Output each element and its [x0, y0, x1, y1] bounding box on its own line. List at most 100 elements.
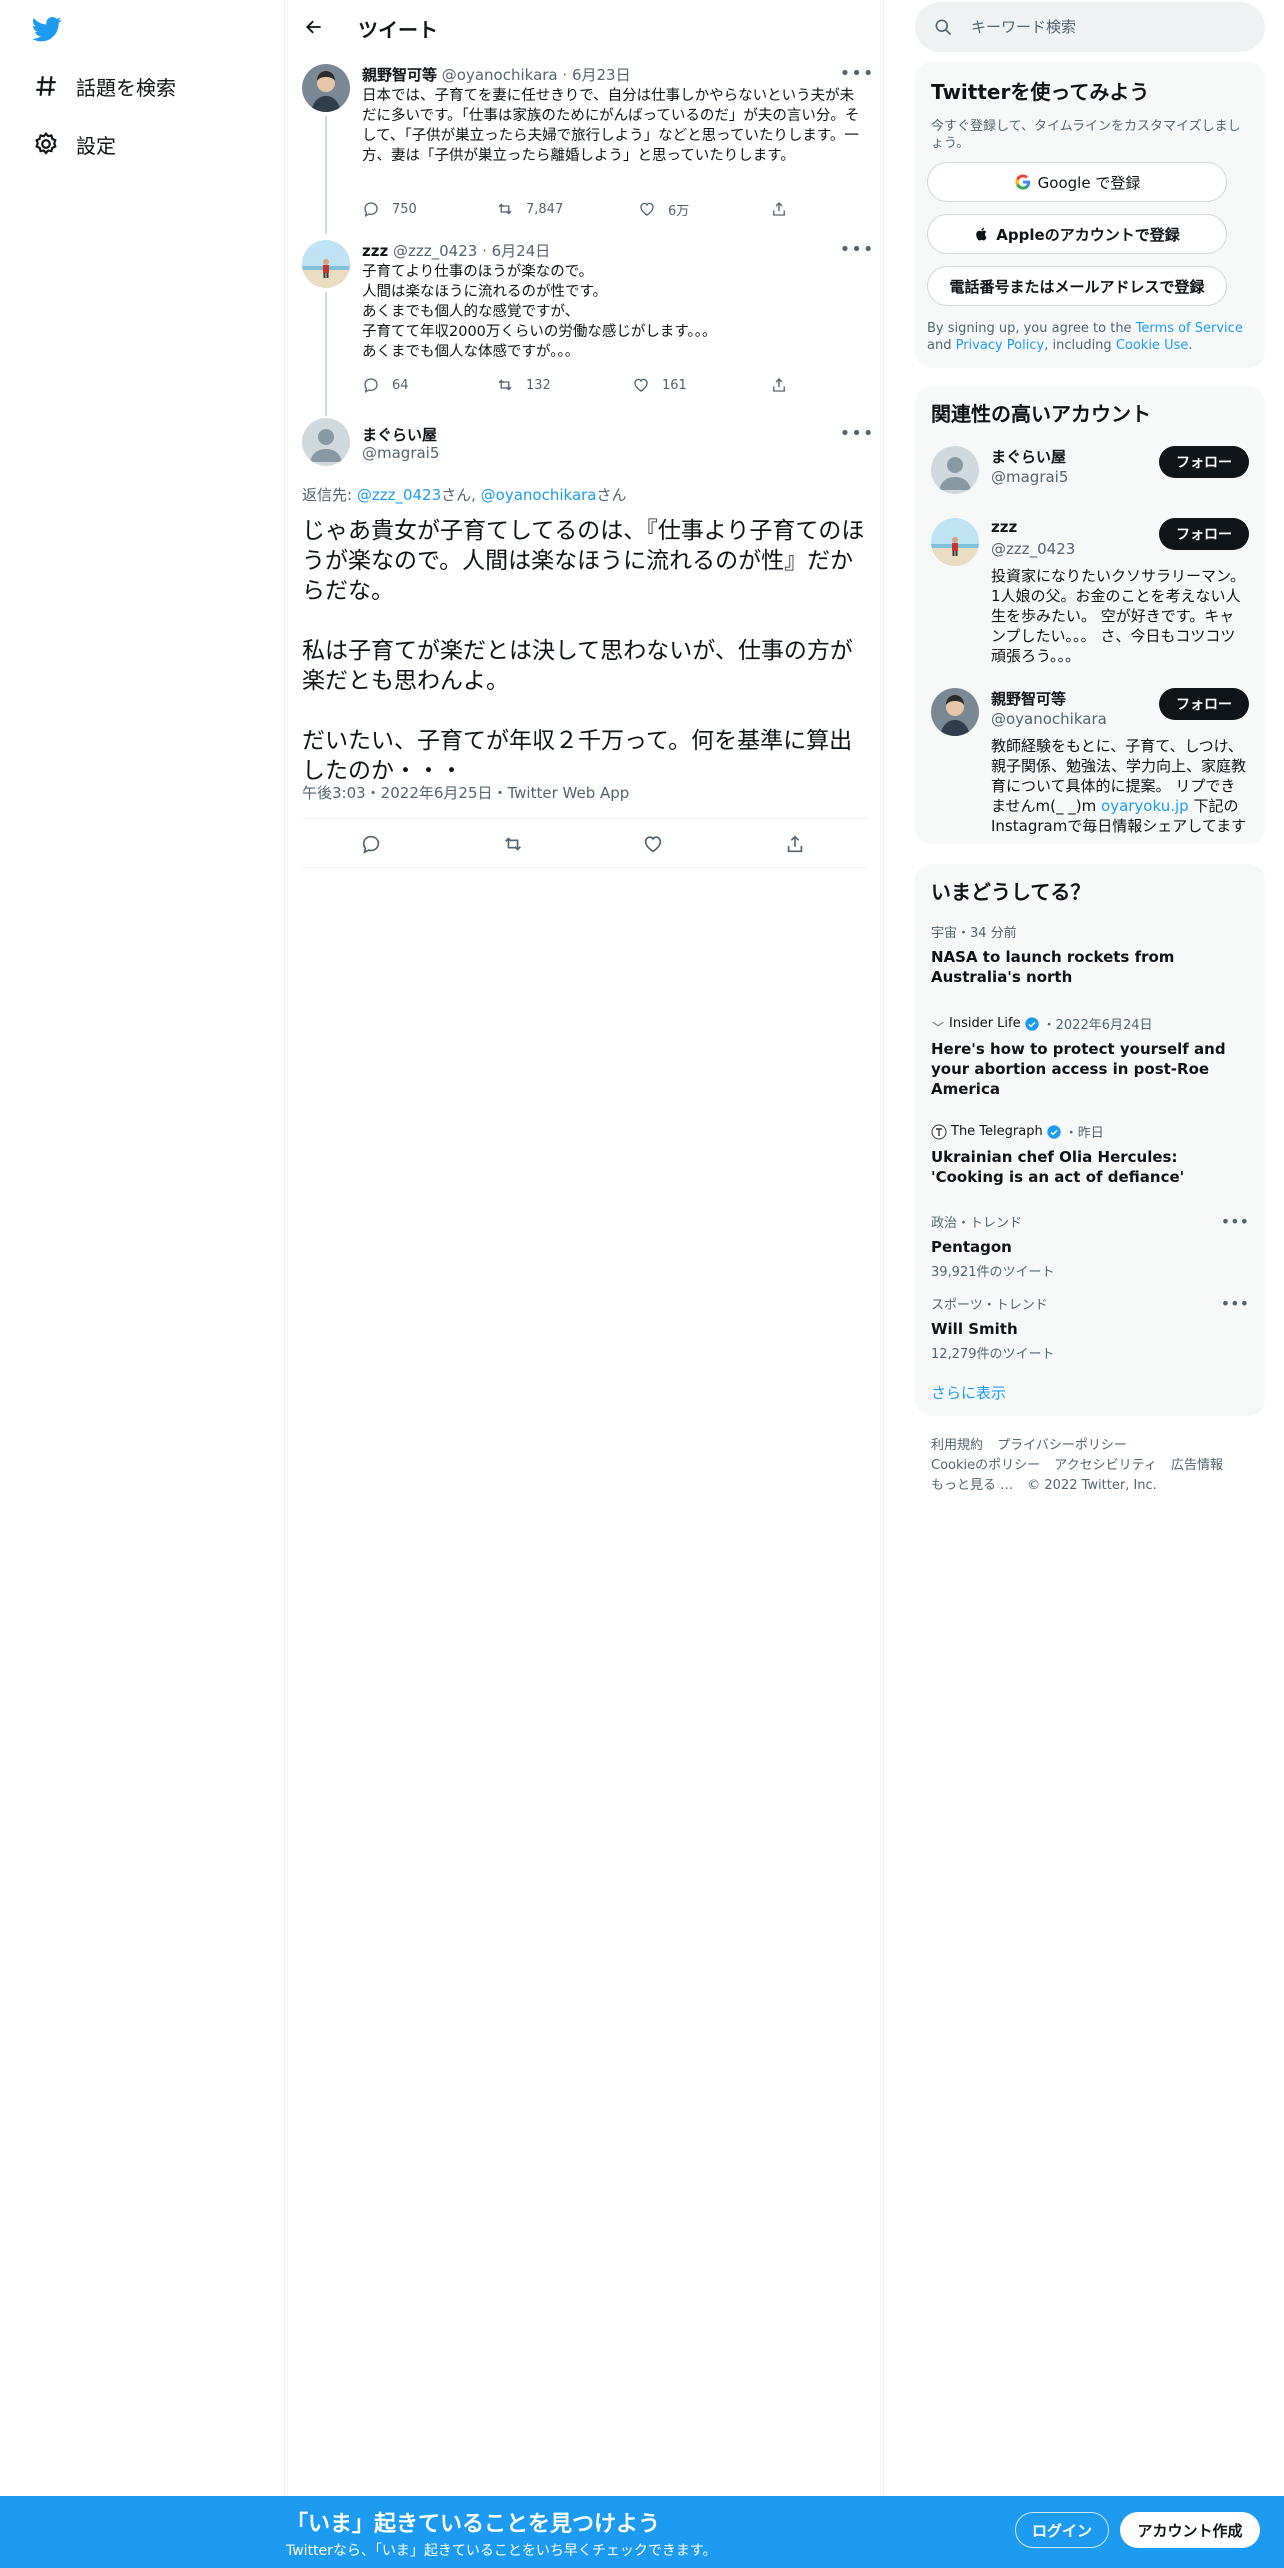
footer-link[interactable]: Cookieのポリシー — [931, 1458, 1040, 1473]
account-item[interactable]: 親野智可等 @oyanochikara 教師経験をもとに、子育て、しつけ、親子関… — [931, 688, 1249, 838]
reply-button[interactable] — [358, 831, 384, 857]
show-more-link[interactable]: さらに表示 — [931, 1382, 1006, 1403]
author-name[interactable]: 親野智可等 — [362, 66, 437, 84]
trend-source-name: Insider Life — [949, 1016, 1021, 1031]
share-icon — [773, 378, 785, 392]
avatar[interactable] — [302, 64, 350, 112]
account-item[interactable]: まぐらい屋 @magrai5 フォロー — [931, 446, 1249, 502]
cookie-use-link[interactable]: Cookie Use — [1116, 338, 1189, 353]
search-input[interactable] — [971, 14, 1241, 40]
search-box[interactable] — [915, 2, 1265, 52]
trend-item[interactable]: 宇宙・34 分前 NASA to launch rockets from Aus… — [931, 922, 1249, 987]
account-bio: 投資家になりたいクソサラリーマン。1人娘の父。お金のことを考えない人生を歩みたい… — [991, 567, 1246, 665]
account-name[interactable]: 親野智可等 — [991, 688, 1066, 709]
avatar[interactable] — [931, 688, 979, 736]
footer-link[interactable]: 利用規約 — [931, 1438, 983, 1453]
bottom-signup-bar: 「いま」起きていることを見つけよう Twitterなら、「いま」起きていることを… — [0, 2496, 1284, 2568]
reply-to-line: 返信先: @zzz_0423さん, @oyanochikaraさん — [302, 484, 627, 505]
more-options-icon[interactable]: ••• — [840, 239, 874, 260]
trend-category: 政治・トレンド — [931, 1216, 1023, 1231]
tweet-text: 日本では、子育てを妻に任せきりで、自分は仕事しかやらないという夫が未だに多いです… — [362, 88, 860, 164]
more-options-icon[interactable]: ••• — [1221, 1212, 1249, 1231]
footer-link[interactable]: プライバシーポリシー — [997, 1438, 1127, 1453]
hashtag-icon — [30, 70, 62, 102]
avatar[interactable] — [931, 518, 979, 566]
account-handle[interactable]: @magrai5 — [991, 468, 1068, 486]
focus-tweet-meta[interactable]: 午後3:03・2022年6月25日・Twitter Web App — [302, 782, 629, 803]
follow-button[interactable]: フォロー — [1159, 446, 1249, 478]
apple-signup-button[interactable]: Appleのアカウントで登録 — [927, 214, 1227, 254]
tweet-dot: · — [482, 242, 487, 260]
nav-explore[interactable]: 話題を検索 — [30, 66, 176, 106]
footer-link[interactable]: アクセシビリティ — [1054, 1458, 1157, 1473]
terms-of-service-link[interactable]: Terms of Service — [1136, 321, 1243, 336]
focus-author-name[interactable]: まぐらい屋 — [362, 424, 437, 445]
follow-button[interactable]: フォロー — [1159, 518, 1249, 550]
share-button[interactable] — [770, 374, 788, 396]
account-handle[interactable]: @zzz_0423 — [991, 540, 1075, 558]
reply-button[interactable]: 750 — [362, 198, 417, 220]
retweet-icon — [505, 837, 521, 851]
twitter-logo-icon[interactable] — [30, 14, 64, 44]
main-column: ツイート 親野智可等 @oyanochikara · 6月23日 ••• 日本で… — [286, 0, 884, 2496]
more-options-icon[interactable]: ••• — [840, 63, 874, 84]
tweet-date[interactable]: 6月24日 — [492, 242, 551, 260]
tweet-date[interactable]: 6月23日 — [572, 66, 631, 84]
terms-text: . — [1188, 338, 1193, 353]
footer-link[interactable]: 広告情報 — [1171, 1458, 1223, 1473]
tweet-text: 子育てより仕事のほうが楽なので。 人間は楽なほうに流れるのが性です。 あくまでも… — [362, 264, 717, 360]
like-button[interactable]: 6万 — [638, 198, 689, 220]
thread-tweet[interactable]: 親野智可等 @oyanochikara · 6月23日 ••• 日本では、子育て… — [302, 63, 874, 234]
avatar[interactable] — [931, 446, 979, 494]
more-options-icon[interactable]: ••• — [1221, 1294, 1249, 1313]
tweet-header-line: zzz @zzz_0423 · 6月24日 — [362, 240, 550, 261]
retweet-button[interactable]: 7,847 — [496, 198, 563, 220]
account-name[interactable]: zzz — [991, 518, 1017, 536]
nav-explore-label: 話題を検索 — [76, 75, 176, 100]
phone-email-signup-button[interactable]: 電話番号またはメールアドレスで登録 — [927, 266, 1227, 306]
nav-settings-label: 設定 — [76, 133, 116, 158]
focus-author-handle[interactable]: @magrai5 — [362, 444, 439, 462]
like-button[interactable] — [640, 831, 666, 857]
reply-button[interactable]: 64 — [362, 374, 409, 396]
avatar[interactable] — [302, 240, 350, 288]
account-handle[interactable]: @oyanochikara — [991, 710, 1107, 728]
author-handle[interactable]: @zzz_0423 — [393, 242, 477, 260]
trend-item[interactable]: The Telegraph ・昨日 Ukrainian chef Olia He… — [931, 1122, 1249, 1187]
like-button[interactable]: 161 — [632, 374, 687, 396]
avatar[interactable] — [302, 418, 350, 466]
nav-settings[interactable]: 設定 — [30, 124, 116, 164]
google-signup-button[interactable]: Google で登録 — [927, 162, 1227, 202]
reply-to-user-link[interactable]: @zzz_0423 — [357, 486, 441, 504]
trend-item[interactable]: Insider Life ・2022年6月24日 Here's how to p… — [931, 1014, 1249, 1099]
thread-tweet[interactable]: zzz @zzz_0423 · 6月24日 ••• 子育てより仕事のほうが楽なの… — [302, 239, 874, 416]
trend-title: Pentagon — [931, 1238, 1012, 1256]
insider-life-logo-icon — [932, 1021, 944, 1027]
share-button[interactable] — [782, 831, 808, 857]
privacy-policy-link[interactable]: Privacy Policy — [956, 338, 1045, 353]
retweet-button[interactable] — [500, 831, 526, 857]
tweet-dot: · — [562, 66, 568, 84]
focus-tweet-actions — [302, 818, 868, 868]
tweet-actions: 750 7,847 6万 — [362, 198, 812, 220]
tweet-header: ツイート — [286, 0, 883, 54]
phone-email-signup-label: 電話番号またはメールアドレスで登録 — [949, 277, 1205, 296]
login-button[interactable]: ログイン — [1015, 2512, 1109, 2548]
author-handle[interactable]: @oyanochikara — [442, 66, 558, 84]
back-arrow-icon[interactable] — [300, 13, 328, 41]
trend-item[interactable]: 政治・トレンド ••• Pentagon 39,921件のツイート — [931, 1212, 1249, 1280]
share-button[interactable] — [770, 198, 788, 220]
retweet-button[interactable]: 132 — [496, 374, 551, 396]
trend-item[interactable]: スポーツ・トレンド ••• Will Smith 12,279件のツイート — [931, 1294, 1249, 1362]
more-options-icon[interactable]: ••• — [840, 423, 874, 444]
account-bio-link[interactable]: oyaryoku.jp — [1101, 797, 1189, 815]
account-name[interactable]: まぐらい屋 — [991, 446, 1066, 467]
footer-more-link[interactable]: もっと見る … — [931, 1478, 1013, 1493]
account-item[interactable]: zzz @zzz_0423 投資家になりたいクソサラリーマン。1人娘の父。お金の… — [931, 518, 1249, 668]
author-name[interactable]: zzz — [362, 242, 388, 260]
reply-to-prefix: 返信先: — [302, 486, 357, 504]
reply-count: 750 — [392, 201, 417, 217]
reply-to-user-link[interactable]: @oyanochikara — [481, 486, 597, 504]
create-account-button[interactable]: アカウント作成 — [1120, 2512, 1260, 2548]
follow-button[interactable]: フォロー — [1159, 688, 1249, 720]
